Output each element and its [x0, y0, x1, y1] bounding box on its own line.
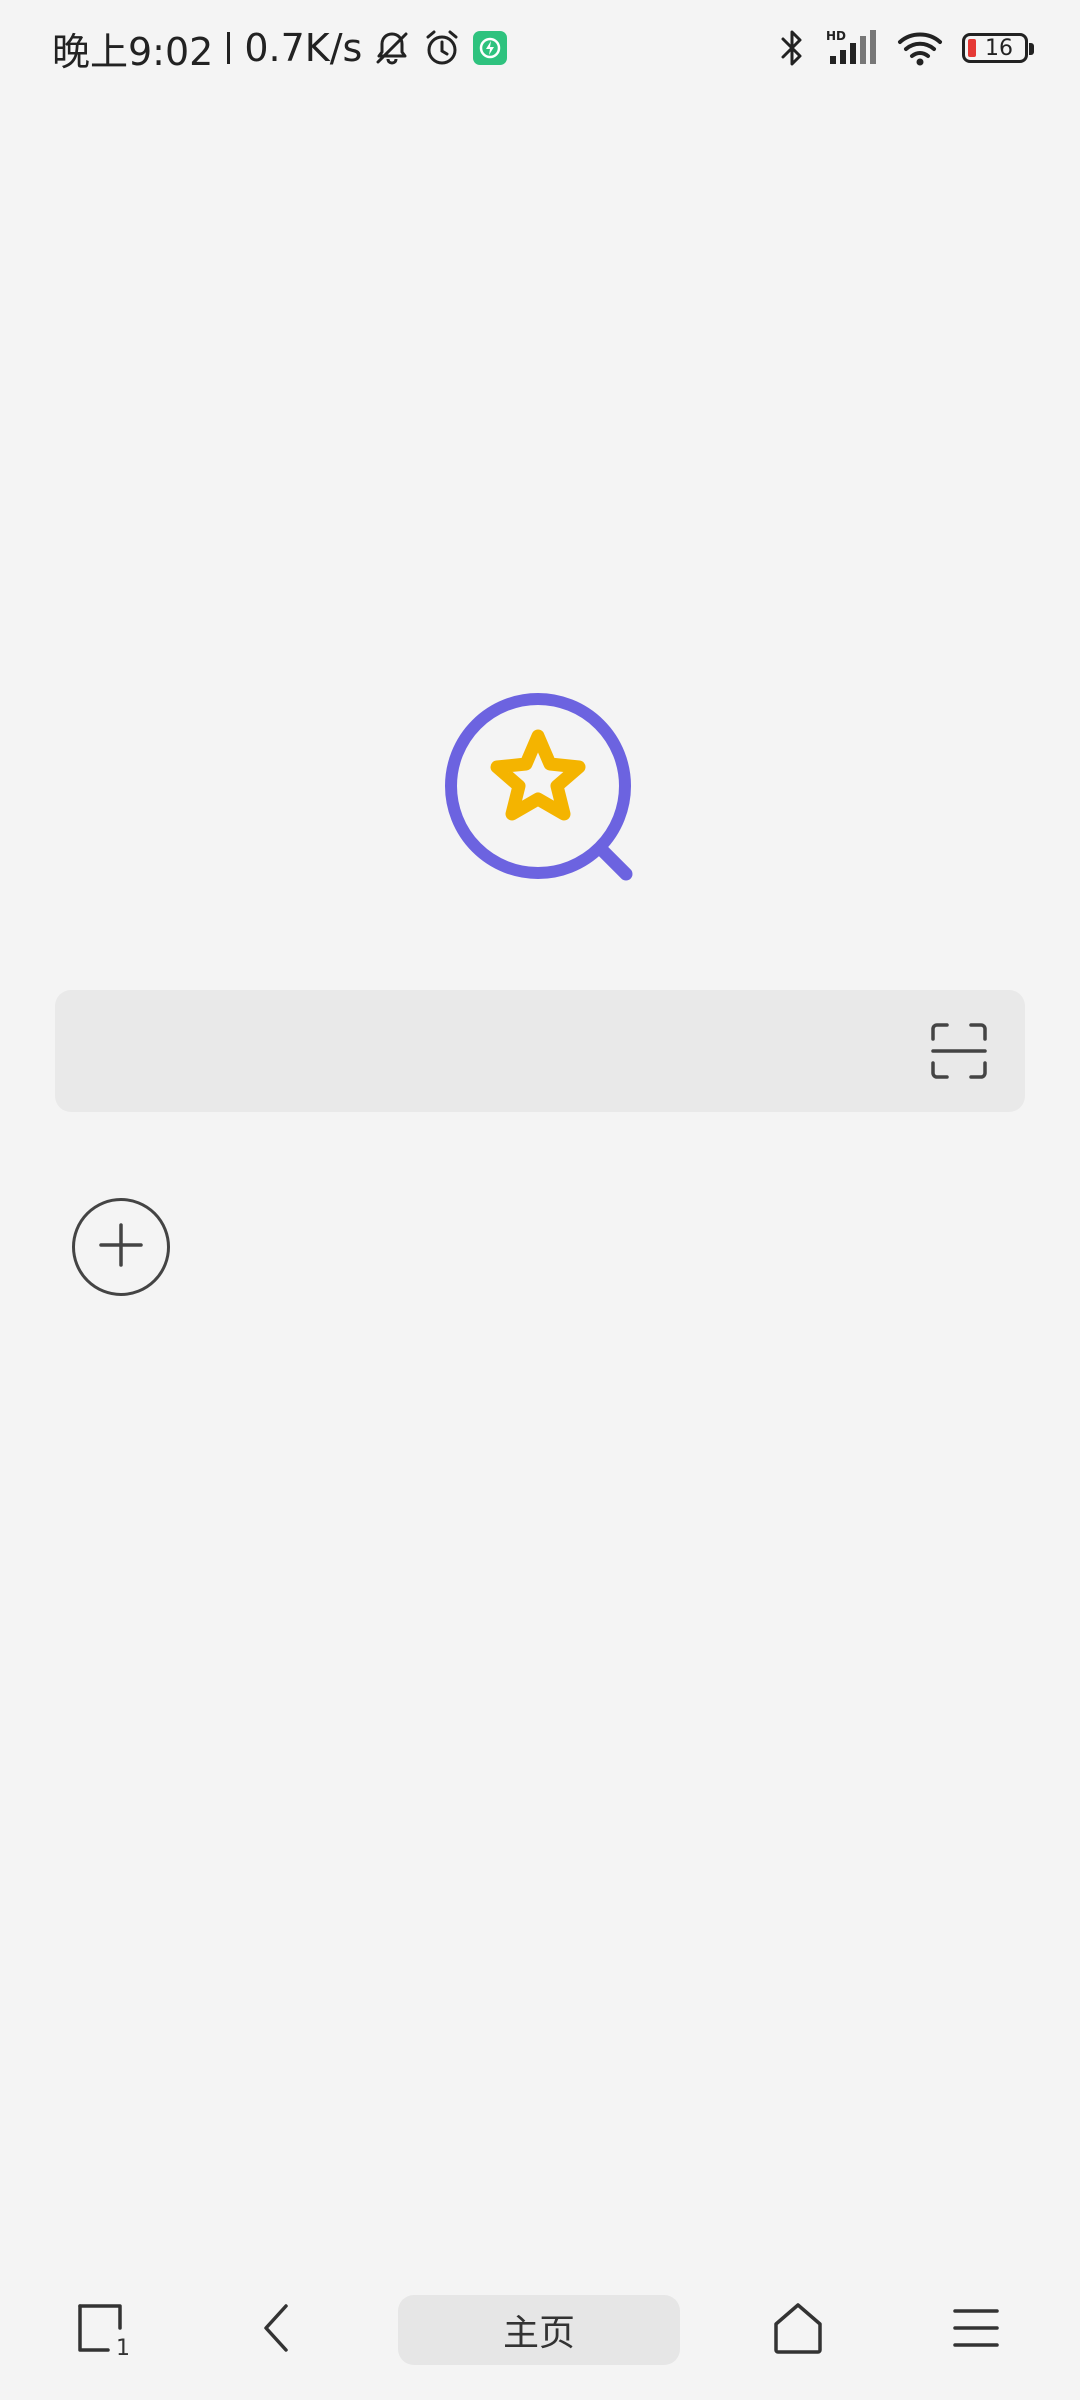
plus-circle-icon	[98, 1222, 144, 1272]
scan-icon[interactable]	[929, 1021, 989, 1081]
search-input[interactable]	[85, 990, 909, 1114]
bluetooth-icon	[778, 28, 806, 68]
status-right: HD 16	[778, 22, 1034, 74]
home-page-label: 主页	[502, 2313, 575, 2354]
search-bar[interactable]	[55, 990, 1025, 1114]
battery-icon: 16	[962, 33, 1034, 63]
back-icon	[256, 2300, 296, 2360]
home-icon	[770, 2300, 826, 2360]
status-time: 晚上9:02	[52, 29, 214, 74]
hd-signal-icon: HD	[824, 28, 878, 68]
browser-home-screen: 晚上9:02 0.7K/s HD 16 1 主页	[0, 0, 1080, 2400]
home-page-button[interactable]: 主页	[398, 2295, 680, 2365]
home-button[interactable]	[758, 2290, 838, 2370]
wifi-icon	[896, 28, 944, 68]
battery-level: 16	[985, 35, 1013, 61]
svg-text:HD: HD	[826, 29, 846, 43]
bell-off-icon	[372, 28, 412, 68]
tab-count: 1	[116, 2336, 130, 2361]
search-star-logo-icon	[440, 688, 640, 888]
network-speed: 0.7K/s	[244, 26, 363, 70]
battery-low-indicator	[968, 39, 976, 57]
menu-icon	[951, 2303, 1001, 2357]
menu-button[interactable]	[936, 2290, 1016, 2370]
status-separator	[227, 32, 231, 64]
app-notification-icon	[472, 30, 508, 66]
add-shortcut-button[interactable]	[72, 1198, 170, 1296]
status-left: 晚上9:02 0.7K/s	[52, 22, 508, 74]
status-bar: 晚上9:02 0.7K/s HD 16	[0, 0, 1080, 96]
back-button[interactable]	[236, 2290, 316, 2370]
bottom-navigation: 1 主页	[0, 2270, 1080, 2390]
tabs-button[interactable]: 1	[62, 2290, 142, 2370]
alarm-icon	[422, 28, 462, 68]
